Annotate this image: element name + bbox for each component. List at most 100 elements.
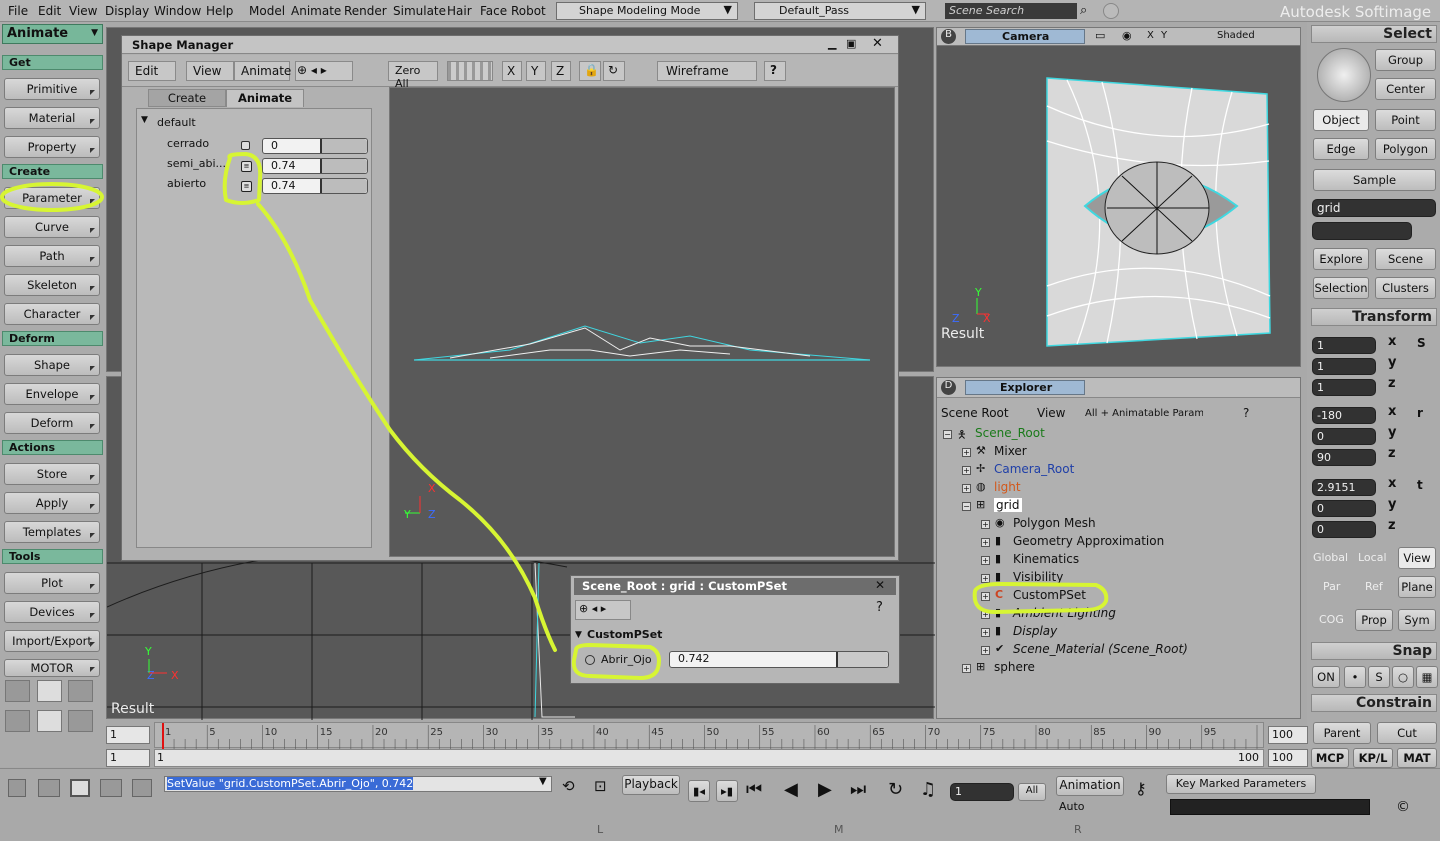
global-button[interactable]: Global: [1313, 551, 1348, 564]
snap-curve-icon[interactable]: S: [1368, 666, 1390, 688]
envelope-button[interactable]: Envelope: [4, 383, 100, 405]
range-slider[interactable]: 1 100: [154, 749, 1264, 767]
scene-search-input[interactable]: Scene Search: [945, 3, 1077, 19]
scope-menu[interactable]: Scene Root: [941, 404, 1023, 424]
z-axis-label[interactable]: z: [1388, 518, 1396, 533]
layout-icon[interactable]: [132, 779, 152, 797]
tab-create[interactable]: Create: [148, 89, 226, 107]
last-frame-icon[interactable]: ⏭: [850, 779, 866, 800]
section-get[interactable]: Get: [2, 55, 103, 70]
filter-menu[interactable]: All + Animatable Params: [1085, 406, 1203, 424]
sym-button[interactable]: Sym: [1398, 609, 1436, 631]
group-button[interactable]: Group: [1375, 49, 1436, 71]
previous-key-icon[interactable]: ▮◂: [688, 780, 710, 802]
menu-animate[interactable]: Animate: [291, 4, 341, 18]
loop-icon[interactable]: ↻: [888, 779, 903, 800]
rotate-icon[interactable]: r: [1417, 406, 1423, 420]
viewport-letter-icon[interactable]: B: [941, 29, 956, 44]
shape-weight-slider[interactable]: 0.74: [262, 178, 368, 194]
scene-button[interactable]: Scene: [1375, 248, 1436, 270]
rotate-y-field[interactable]: 0: [1312, 428, 1376, 445]
section-tools[interactable]: Tools: [2, 549, 103, 564]
skeleton-button[interactable]: Skeleton: [4, 274, 100, 296]
parent-button[interactable]: Parent: [1313, 722, 1371, 744]
refresh-icon[interactable]: ↻: [603, 61, 625, 81]
nav-arrows[interactable]: ⊕ ◂ ▸: [295, 61, 353, 81]
layout-icon[interactable]: [37, 680, 62, 702]
layout-icon[interactable]: [37, 710, 62, 732]
camera-viewport[interactable]: B Camera ▭ ◉ X Y Shaded Y Z X Result: [936, 27, 1301, 367]
tab-animate[interactable]: Animate: [226, 89, 304, 107]
material-button[interactable]: Material: [4, 107, 100, 129]
help-button[interactable]: ?: [764, 61, 786, 81]
scale-x-field[interactable]: 1: [1312, 337, 1376, 354]
menu-face-robot[interactable]: Face Robot: [480, 4, 546, 18]
minimize-icon[interactable]: ▁: [828, 37, 836, 50]
close-icon[interactable]: ✕: [872, 36, 883, 51]
path-button[interactable]: Path: [4, 245, 100, 267]
camera-select[interactable]: Camera: [965, 29, 1085, 44]
layout-icon[interactable]: [70, 779, 90, 797]
plot-button[interactable]: Plot: [4, 572, 100, 594]
menu-edit[interactable]: Edit: [38, 4, 61, 18]
expand-icon[interactable]: +: [981, 574, 990, 583]
expand-icon[interactable]: +: [962, 448, 971, 457]
selection-name-field[interactable]: grid: [1312, 199, 1436, 217]
clear-search-icon[interactable]: [1103, 3, 1119, 19]
lock-icon[interactable]: 🔒: [579, 61, 601, 81]
animate-menu[interactable]: Animate: [234, 61, 291, 81]
selection-filter-field[interactable]: [1312, 222, 1412, 240]
lock-icon[interactable]: ⊡: [594, 777, 607, 795]
constrain-section[interactable]: Constrain: [1311, 694, 1437, 712]
module-select[interactable]: Animate ▼: [2, 24, 103, 44]
expand-icon[interactable]: +: [962, 664, 971, 673]
y-label[interactable]: Y: [1161, 30, 1167, 41]
collapse-icon[interactable]: ▼: [141, 115, 148, 125]
x-axis-label[interactable]: x: [1388, 476, 1396, 491]
rotate-x-field[interactable]: -180: [1312, 407, 1376, 424]
snap-grid-icon[interactable]: ▦: [1416, 666, 1438, 688]
command-line[interactable]: SetValue "grid.CustomPSet.Abrir_Ojo", 0.…: [164, 776, 552, 792]
y-axis-label[interactable]: y: [1388, 355, 1396, 370]
search-icon[interactable]: ⌕: [1080, 3, 1087, 18]
edge-button[interactable]: Edge: [1313, 138, 1369, 160]
point-button[interactable]: Point: [1375, 109, 1436, 131]
range-end-field[interactable]: 100: [1268, 749, 1308, 767]
sample-button[interactable]: Sample: [1313, 169, 1436, 191]
scale-y-field[interactable]: 1: [1312, 358, 1376, 375]
help-icon[interactable]: ?: [876, 600, 883, 615]
auto-key-button[interactable]: Auto: [1059, 800, 1085, 813]
scale-icon[interactable]: S: [1417, 336, 1426, 350]
zero-all-button[interactable]: Zero All: [388, 61, 438, 90]
menu-simulate[interactable]: Simulate: [393, 4, 446, 18]
arrow-left-icon[interactable]: ◂: [311, 63, 317, 77]
x-axis-label[interactable]: x: [1388, 404, 1396, 419]
explore-button[interactable]: Explore: [1313, 248, 1369, 270]
devices-button[interactable]: Devices: [4, 601, 100, 623]
expand-icon[interactable]: +: [981, 610, 990, 619]
explorer-select[interactable]: Explorer: [965, 380, 1085, 395]
ref-button[interactable]: Ref: [1365, 580, 1383, 593]
menu-file[interactable]: File: [8, 4, 28, 18]
layout-icon[interactable]: [68, 710, 93, 732]
plane-button[interactable]: Plane: [1398, 576, 1436, 598]
kpl-tab[interactable]: KP/L: [1353, 748, 1393, 768]
arrow-right-icon[interactable]: ▸: [321, 63, 327, 77]
templates-button[interactable]: Templates: [4, 521, 100, 543]
select-arrow-icon[interactable]: [1317, 48, 1371, 102]
character-button[interactable]: Character: [4, 303, 100, 325]
pass-select[interactable]: Default_Pass ▼: [754, 2, 926, 20]
expand-icon[interactable]: +: [981, 628, 990, 637]
abrir-ojo-slider[interactable]: 0.742: [669, 651, 889, 668]
animated-icon[interactable]: ≡: [241, 181, 252, 192]
view-button[interactable]: View: [1398, 547, 1436, 569]
mcp-tab[interactable]: MCP: [1311, 748, 1349, 768]
key-marked-parameters-button[interactable]: Key Marked Parameters: [1166, 774, 1316, 794]
edit-menu[interactable]: Edit: [128, 61, 176, 81]
close-icon[interactable]: ✕: [875, 578, 885, 592]
y-axis-label[interactable]: y: [1388, 497, 1396, 512]
cut-button[interactable]: Cut: [1377, 722, 1437, 744]
chevron-down-icon[interactable]: ▼: [539, 776, 547, 787]
current-frame-field[interactable]: 1: [950, 783, 1014, 801]
menu-view[interactable]: View: [69, 4, 97, 18]
